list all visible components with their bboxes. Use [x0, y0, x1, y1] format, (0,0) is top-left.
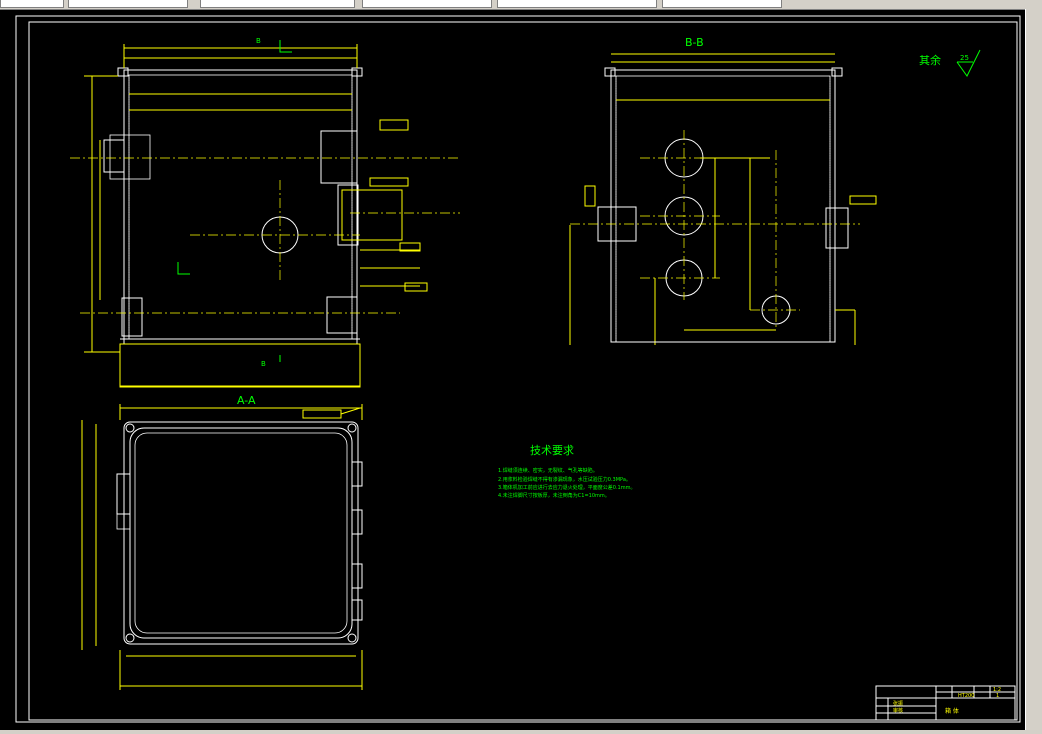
section-bb-title: B-B	[685, 36, 704, 49]
cut-label-bottom: B	[261, 360, 266, 368]
title-block: HT200 1:2 1 箱 体 张振 审核	[875, 685, 1016, 721]
roughness-value: 25	[960, 54, 969, 62]
bottom-scrollbar[interactable]	[0, 730, 1026, 734]
title-material: HT200	[958, 693, 974, 699]
tech-requirements-title: 技术要求	[530, 444, 574, 457]
title-checker: 审核	[893, 707, 903, 714]
roughness-note: 其余	[919, 53, 941, 67]
inner-frame	[28, 21, 1018, 721]
linetype-dropdown[interactable]	[497, 0, 657, 8]
section-aa-view: A-A	[81, 394, 363, 690]
toolbar-field-1[interactable]	[0, 0, 64, 8]
tech-note-4: 4.未注焊脚尺寸按板厚，未注倒角为C1=10mm。	[498, 492, 610, 499]
right-toolbar[interactable]	[1025, 9, 1042, 734]
cut-label-top: B	[256, 37, 261, 45]
title-designer: 张振	[893, 700, 903, 707]
drawing-canvas[interactable]: B B B-B 其余 25 A-A 技术要求 1.焊缝须连续、密实，无裂纹、气孔…	[0, 9, 1026, 730]
color-dropdown[interactable]	[362, 0, 492, 8]
title-part-name: 箱 体	[945, 707, 959, 715]
title-quantity: 1	[996, 693, 999, 699]
tech-note-1: 1.焊缝须连续、密实，无裂纹、气孔等缺陷。	[498, 467, 598, 474]
layer-dropdown[interactable]	[200, 0, 355, 8]
toolbar-field-2[interactable]	[68, 0, 188, 8]
outer-frame	[15, 15, 1021, 723]
tech-note-3: 3.箱体机加工前应进行去应力退火处理，平面度公差0.1mm。	[498, 484, 635, 491]
front-view: B B	[70, 37, 460, 388]
lineweight-dropdown[interactable]	[662, 0, 782, 8]
tech-note-2: 2.用浆料检验焊缝不得有渗漏现象，水压试验压力0.3MPa。	[498, 476, 631, 483]
section-bb-view: B-B	[569, 36, 877, 345]
section-aa-title: A-A	[237, 394, 256, 407]
